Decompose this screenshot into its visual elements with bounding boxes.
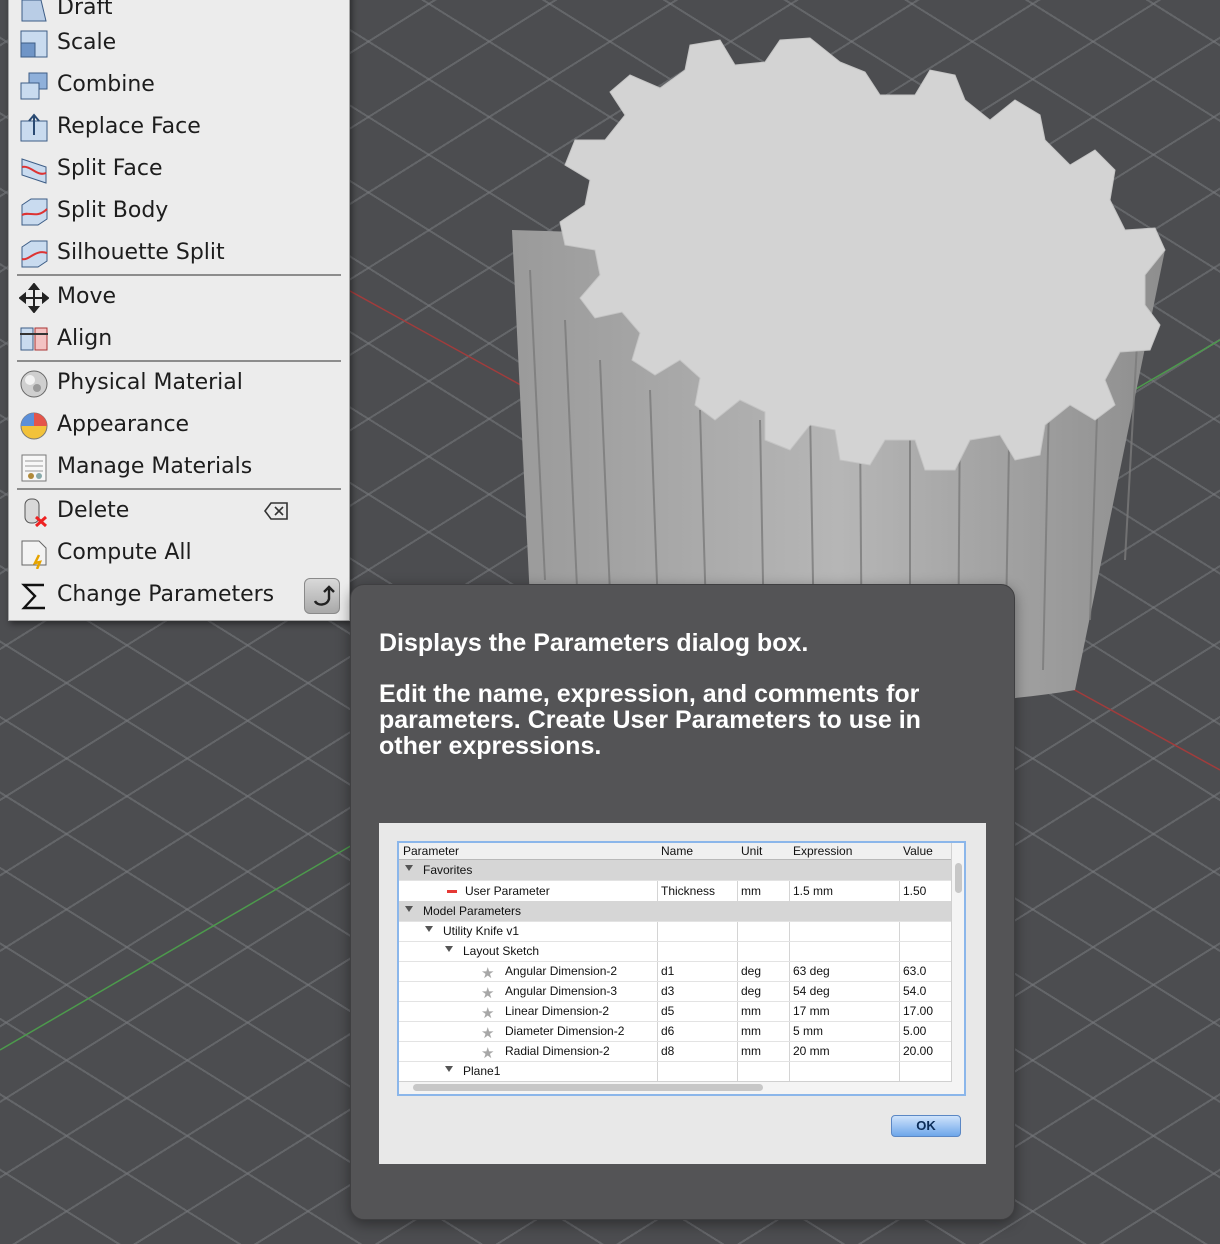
parameters-dialog-preview: Parameter Name Unit Expression Value Fav… [379, 823, 986, 1164]
menu-item-split-body[interactable]: Split Body [9, 191, 349, 233]
menu-item-label: Manage Materials [57, 454, 253, 479]
vertical-scrollbar[interactable] [951, 843, 964, 1094]
draft-icon [21, 0, 47, 22]
table-row: Plane1 [399, 1061, 952, 1082]
table-row: Model Parameters [399, 901, 952, 922]
modify-dropdown-menu: Draft Scale Combine Replace Face Split F… [8, 0, 350, 621]
menu-item-change-parameters[interactable]: Change Parameters [9, 575, 349, 617]
menu-item-move[interactable]: Move [9, 277, 349, 319]
menu-item-scale[interactable]: Scale [9, 23, 349, 65]
menu-item-label: Draft [57, 0, 113, 20]
menu-item-align[interactable]: Align [9, 319, 349, 361]
split-face-icon [21, 158, 47, 184]
menu-item-label: Scale [57, 30, 117, 55]
expand-triangle-icon [405, 906, 413, 912]
menu-item-label: Appearance [57, 412, 190, 437]
appearance-icon [20, 412, 48, 440]
menu-item-replace-face[interactable]: Replace Face [9, 107, 349, 149]
favorite-star-icon: ★ [481, 985, 495, 1002]
table-row: ★ Diameter Dimension-2 d6 mm 5 mm 5.00 [399, 1021, 952, 1042]
menu-item-label: Replace Face [57, 114, 201, 139]
combine-icon [20, 72, 48, 100]
menu-item-compute-all[interactable]: Compute All [9, 533, 349, 575]
menu-separator [17, 488, 341, 490]
menu-item-label: Combine [57, 72, 155, 97]
column-header: Parameter [403, 844, 460, 858]
favorite-star-icon: ★ [481, 1005, 495, 1022]
menu-item-label: Change Parameters [57, 582, 275, 607]
move-icon [19, 283, 49, 313]
expand-triangle-icon [425, 926, 433, 932]
menu-item-label: Align [57, 326, 113, 351]
delete-key-icon [264, 502, 288, 520]
menu-item-split-face[interactable]: Split Face [9, 149, 349, 191]
menu-item-label: Physical Material [57, 370, 243, 395]
table-header: Parameter Name Unit Expression Value [399, 843, 952, 860]
column-header: Name [661, 844, 694, 858]
menu-item-label: Move [57, 284, 116, 309]
table-row: Layout Sketch [399, 941, 952, 962]
menu-item-physical-material[interactable]: Physical Material [9, 363, 349, 405]
table-row: ★ Linear Dimension-2 d5 mm 17 mm 17.00 [399, 1001, 952, 1022]
favorite-star-icon: ★ [481, 1045, 495, 1062]
align-icon [20, 327, 48, 351]
horizontal-scrollbar[interactable] [399, 1081, 952, 1094]
sigma-icon [21, 583, 45, 610]
menu-item-label: Delete [57, 498, 130, 523]
expand-triangle-icon [445, 946, 453, 952]
command-tooltip: Displays the Parameters dialog box. Edit… [350, 584, 1015, 1220]
menu-item-manage-materials[interactable]: Manage Materials [9, 447, 349, 489]
menu-item-combine[interactable]: Combine [9, 65, 349, 107]
table-row: ★ Angular Dimension-3 d3 deg 54 deg 54.0 [399, 981, 952, 1002]
manage-materials-icon [21, 454, 47, 482]
table-row: Favorites [399, 860, 952, 881]
menu-item-label: Split Face [57, 156, 163, 181]
menu-separator [17, 274, 341, 276]
physical-material-icon [20, 370, 48, 398]
user-parameter-icon [447, 890, 457, 893]
favorite-star-icon: ★ [481, 965, 495, 982]
table-row: ★ Radial Dimension-2 d8 mm 20 mm 20.00 [399, 1041, 952, 1062]
parameters-table: Parameter Name Unit Expression Value Fav… [397, 841, 966, 1096]
column-header: Value [903, 844, 933, 858]
menu-item-label: Silhouette Split [57, 240, 225, 265]
column-header: Expression [793, 844, 853, 858]
scroll-thumb[interactable] [955, 863, 962, 893]
menu-item-silhouette-split[interactable]: Silhouette Split [9, 233, 349, 275]
compute-all-icon [21, 540, 47, 569]
table-row: ★ Angular Dimension-2 d1 deg 63 deg 63.0 [399, 961, 952, 982]
menu-item-label: Split Body [57, 198, 169, 223]
column-header: Unit [741, 844, 763, 858]
table-row: User Parameter Thickness mm 1.5 mm 1.50 [399, 881, 952, 902]
favorite-star-icon: ★ [481, 1025, 495, 1042]
menu-item-label: Compute All [57, 540, 192, 565]
table-row: Utility Knife v1 [399, 921, 952, 942]
scroll-thumb[interactable] [413, 1084, 763, 1091]
silhouette-split-icon [21, 240, 48, 268]
tooltip-title: Displays the Parameters dialog box. [379, 629, 809, 657]
pin-to-toolbar-button[interactable] [304, 578, 340, 614]
pin-arrow-icon [313, 585, 335, 606]
split-body-icon [21, 198, 48, 226]
expand-triangle-icon [445, 1066, 453, 1072]
ok-button[interactable]: OK [891, 1115, 961, 1137]
replace-face-icon [20, 113, 48, 142]
menu-separator [17, 360, 341, 362]
expand-triangle-icon [405, 865, 413, 871]
tooltip-description: Edit the name, expression, and comments … [379, 680, 921, 760]
delete-icon [24, 498, 48, 527]
menu-item-appearance[interactable]: Appearance [9, 405, 349, 447]
scale-icon [20, 30, 48, 58]
menu-item-delete[interactable]: Delete [9, 491, 349, 533]
